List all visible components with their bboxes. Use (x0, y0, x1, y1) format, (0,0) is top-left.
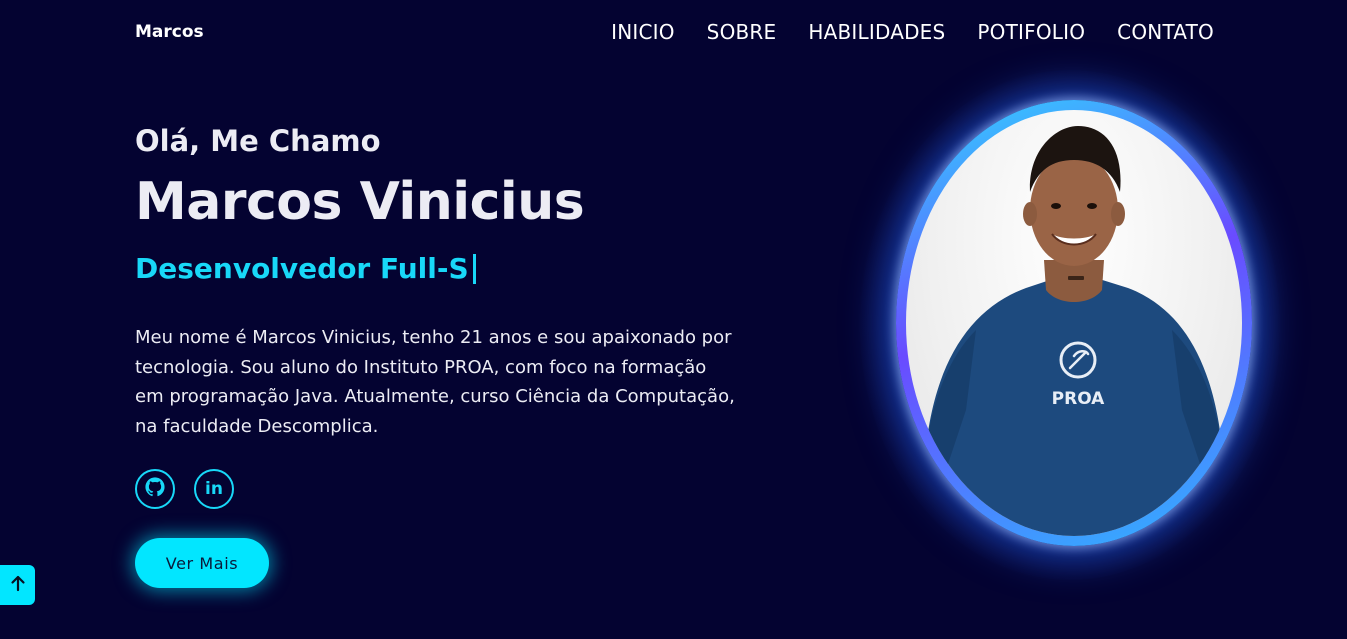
main-nav: INICIO SOBRE HABILIDADES POTIFOLIO CONTA… (611, 20, 1214, 44)
hero-name: Marcos Vinicius (135, 172, 585, 232)
nav-item-contato[interactable]: CONTATO (1117, 20, 1214, 44)
github-icon (145, 477, 165, 501)
linkedin-icon: in (205, 479, 223, 499)
hero-role-text: Desenvolvedor Full-S (135, 252, 469, 285)
nav-item-sobre[interactable]: SOBRE (707, 20, 777, 44)
arrow-up-icon (10, 574, 26, 596)
page: Marcos INICIO SOBRE HABILIDADES POTIFOLI… (0, 0, 1347, 639)
nav-item-inicio[interactable]: INICIO (611, 20, 675, 44)
nav-item-habilidades[interactable]: HABILIDADES (808, 20, 945, 44)
typing-caret (472, 253, 476, 284)
hero-greeting: Olá, Me Chamo (135, 124, 381, 158)
back-to-top-button[interactable] (0, 565, 35, 605)
hero-role: Desenvolvedor Full-S (135, 252, 476, 285)
nav-item-portfolio[interactable]: POTIFOLIO (977, 20, 1085, 44)
ver-mais-button[interactable]: Ver Mais (135, 538, 269, 588)
github-link[interactable] (135, 469, 175, 509)
profile-photo: PROA (906, 110, 1242, 536)
linkedin-link[interactable]: in (194, 469, 234, 509)
shirt-logo-text: PROA (1052, 389, 1106, 409)
brand-logo[interactable]: Marcos (135, 22, 204, 42)
hero-bio: Meu nome é Marcos Vinicius, tenho 21 ano… (135, 327, 735, 437)
